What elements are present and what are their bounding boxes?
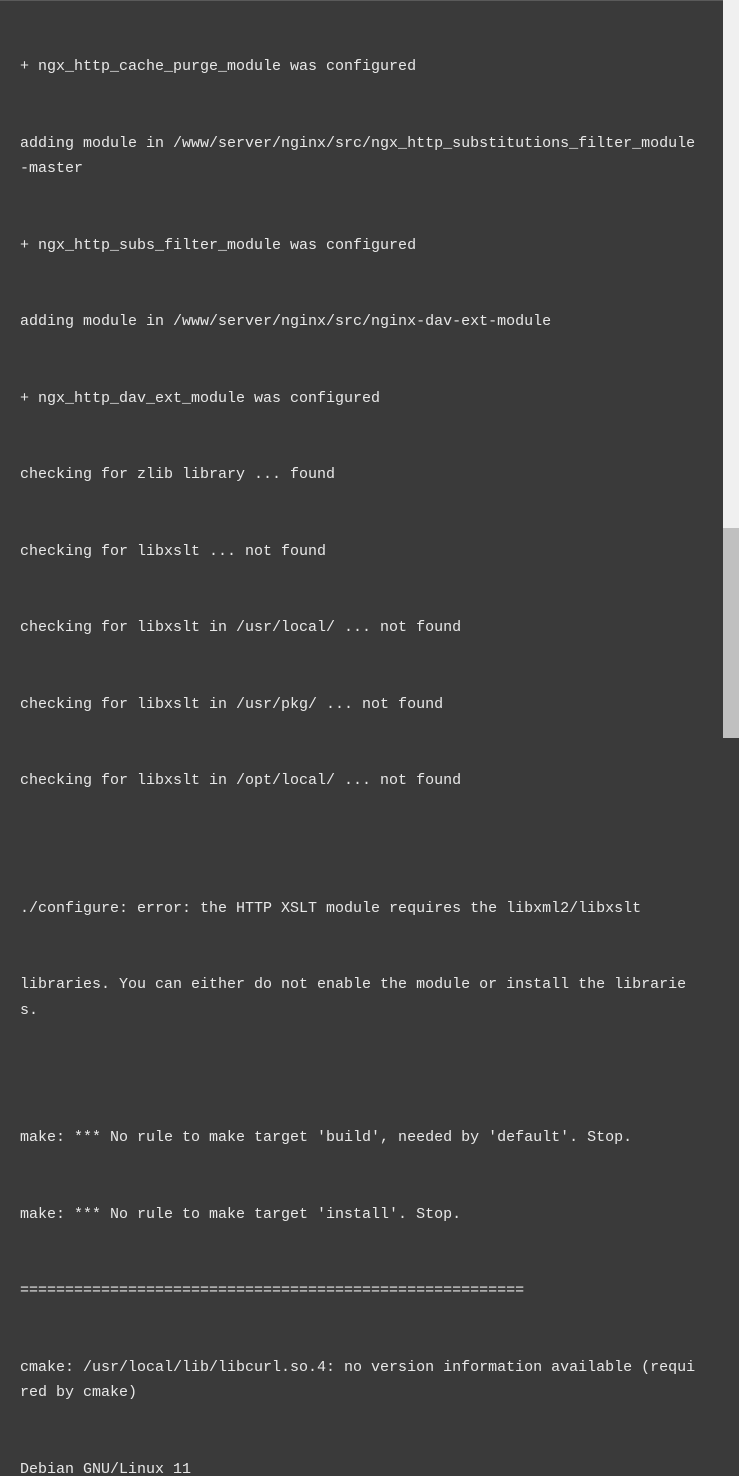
scrollbar-thumb[interactable] (723, 528, 739, 738)
terminal-line: adding module in /www/server/nginx/src/n… (20, 309, 700, 335)
terminal-line: checking for libxslt in /usr/pkg/ ... no… (20, 692, 700, 718)
terminal-line: ./configure: error: the HTTP XSLT module… (20, 896, 700, 922)
terminal-line: checking for libxslt ... not found (20, 539, 700, 565)
terminal-line: Debian GNU/Linux 11 (20, 1457, 700, 1476)
terminal-output: + ngx_http_cache_purge_module was config… (0, 3, 720, 1476)
terminal-line: ========================================… (20, 1278, 700, 1304)
terminal-line: checking for libxslt in /usr/local/ ... … (20, 615, 700, 641)
terminal-line: + ngx_http_cache_purge_module was config… (20, 54, 700, 80)
terminal-line: + ngx_http_dav_ext_module was configured (20, 386, 700, 412)
top-border (0, 0, 739, 1)
terminal-line: + ngx_http_subs_filter_module was config… (20, 233, 700, 259)
terminal-line: make: *** No rule to make target 'instal… (20, 1202, 700, 1228)
terminal-line: cmake: /usr/local/lib/libcurl.so.4: no v… (20, 1355, 700, 1406)
terminal-line: checking for zlib library ... found (20, 462, 700, 488)
terminal-line: libraries. You can either do not enable … (20, 972, 700, 1023)
terminal-line: checking for libxslt in /opt/local/ ... … (20, 768, 700, 794)
terminal-line: adding module in /www/server/nginx/src/n… (20, 131, 700, 182)
terminal-line: make: *** No rule to make target 'build'… (20, 1125, 700, 1151)
